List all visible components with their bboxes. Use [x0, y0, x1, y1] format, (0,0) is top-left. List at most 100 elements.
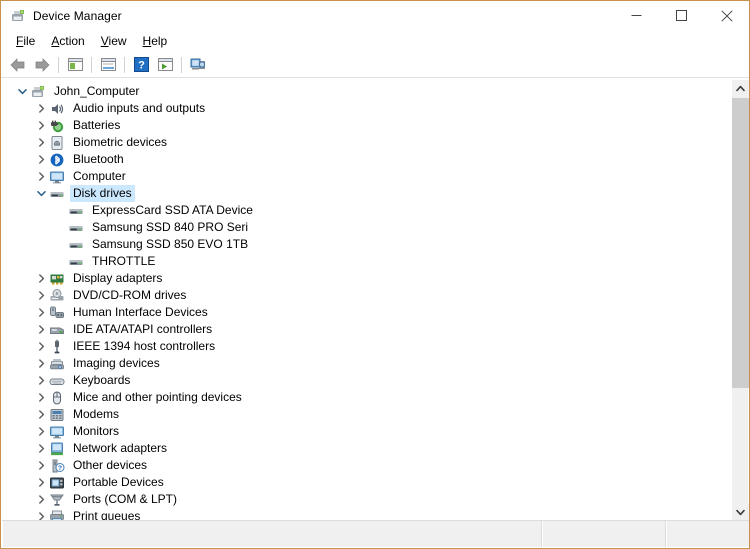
- device-manager-icon: [10, 8, 26, 24]
- tree-item-label: IDE ATA/ATAPI controllers: [73, 322, 213, 336]
- tree-item-modems[interactable]: Modems: [2, 406, 726, 423]
- tree-item-expresscard-ssd-ata-device[interactable]: ExpressCard SSD ATA Device: [2, 202, 726, 219]
- menu-file[interactable]: File: [8, 33, 43, 49]
- chevron-right-icon[interactable]: [33, 475, 49, 491]
- chevron-down-icon[interactable]: [14, 84, 30, 100]
- tree-item-label: John_Computer: [54, 84, 140, 98]
- chevron-right-icon[interactable]: [33, 322, 49, 338]
- unknown-device-icon: ?: [49, 458, 65, 474]
- tree-item-computer[interactable]: Computer: [2, 168, 726, 185]
- minimize-button[interactable]: [614, 1, 659, 30]
- chevron-right-icon[interactable]: [33, 492, 49, 508]
- chevron-right-icon[interactable]: [33, 169, 49, 185]
- tree-item-keyboards[interactable]: Keyboards: [2, 372, 726, 389]
- svg-text:?: ?: [138, 60, 145, 72]
- vertical-scrollbar[interactable]: [731, 80, 749, 521]
- ide-controller-icon: [49, 322, 65, 338]
- maximize-button[interactable]: [659, 1, 704, 30]
- tree-item-monitors[interactable]: Monitors: [2, 423, 726, 440]
- tree-item-label: Human Interface Devices: [73, 305, 208, 319]
- chevron-right-icon[interactable]: [33, 441, 49, 457]
- chevron-right-icon[interactable]: [33, 458, 49, 474]
- tree-item-network-adapters[interactable]: Network adapters: [2, 440, 726, 457]
- tree-item-samsung-ssd-840-pro-seri[interactable]: Samsung SSD 840 PRO Seri: [2, 219, 726, 236]
- separator-4: [181, 56, 182, 73]
- chevron-down-icon[interactable]: [33, 186, 49, 202]
- tree-item-label: Computer: [73, 169, 126, 183]
- scrollbar-thumb[interactable]: [732, 98, 749, 388]
- device-tree-pane[interactable]: John_Computer Audio inputs and outputs Bat…: [2, 79, 749, 521]
- tree-item-label: THROTTLE: [92, 254, 156, 268]
- close-button[interactable]: [704, 1, 749, 30]
- update-driver-button[interactable]: [153, 54, 177, 76]
- back-button[interactable]: [6, 54, 30, 76]
- tree-item-dvd-cd-rom-drives[interactable]: DVD/CD-ROM drives: [2, 287, 726, 304]
- portable-device-icon: [49, 475, 65, 491]
- scan-for-hardware-changes-button[interactable]: [186, 54, 210, 76]
- tree-item-audio-inputs-and-outputs[interactable]: Audio inputs and outputs: [2, 100, 726, 117]
- disk-drive-icon: [68, 237, 84, 253]
- fingerprint-icon: [49, 135, 65, 151]
- chevron-right-icon[interactable]: [33, 152, 49, 168]
- tree-item-display-adapters[interactable]: Display adapters: [2, 270, 726, 287]
- chevron-right-icon[interactable]: [33, 407, 49, 423]
- tree-item-root[interactable]: John_Computer: [2, 83, 726, 100]
- separator-3: [124, 56, 125, 73]
- chevron-right-icon[interactable]: [33, 373, 49, 389]
- show-hide-console-tree-button[interactable]: [63, 54, 87, 76]
- chevron-right-icon[interactable]: [33, 288, 49, 304]
- status-bar: [2, 520, 749, 547]
- forward-button[interactable]: [30, 54, 54, 76]
- tree-item-samsung-ssd-850-evo-1tb[interactable]: Samsung SSD 850 EVO 1TB: [2, 236, 726, 253]
- menu-action[interactable]: Action: [43, 33, 92, 49]
- tree-item-biometric-devices[interactable]: Biometric devices: [2, 134, 726, 151]
- tree-item-label: Modems: [73, 407, 120, 421]
- tree-item-imaging-devices[interactable]: Imaging devices: [2, 355, 726, 372]
- tree-item-ports-com-lpt[interactable]: Ports (COM & LPT): [2, 491, 726, 508]
- tree-item-batteries[interactable]: Batteries: [2, 117, 726, 134]
- separator-1: [58, 56, 59, 73]
- properties-button[interactable]: [96, 54, 120, 76]
- tree-item-label: Display adapters: [73, 271, 163, 285]
- tree-item-mice-and-other-pointing-devices[interactable]: Mice and other pointing devices: [2, 389, 726, 406]
- tree-item-ide-ata-atapi-controllers[interactable]: IDE ATA/ATAPI controllers: [2, 321, 726, 338]
- tree-item-label: Ports (COM & LPT): [73, 492, 178, 506]
- tree-item-label: Bluetooth: [73, 152, 124, 166]
- tree-item-throttle[interactable]: THROTTLE: [2, 253, 726, 270]
- chevron-right-icon[interactable]: [33, 390, 49, 406]
- chevron-right-icon[interactable]: [33, 305, 49, 321]
- menu-view[interactable]: View: [93, 33, 135, 49]
- disk-drive-icon: [68, 203, 84, 219]
- chevron-right-icon[interactable]: [33, 424, 49, 440]
- menu-bar: File Action View Help: [1, 30, 749, 52]
- separator-2: [91, 56, 92, 73]
- scroll-up-arrow-icon[interactable]: [732, 80, 749, 97]
- chevron-right-icon[interactable]: [33, 118, 49, 134]
- speaker-icon: [49, 101, 65, 117]
- tree-item-label: Imaging devices: [73, 356, 160, 370]
- tree-item-disk-drives[interactable]: Disk drives: [2, 185, 726, 202]
- tree-item-portable-devices[interactable]: Portable Devices: [2, 474, 726, 491]
- tree-item-ieee-1394-host-controllers[interactable]: IEEE 1394 host controllers: [2, 338, 726, 355]
- tree-item-bluetooth[interactable]: Bluetooth: [2, 151, 726, 168]
- chevron-right-icon[interactable]: [33, 356, 49, 372]
- tree-item-other-devices[interactable]: ? Other devices: [2, 457, 726, 474]
- chevron-right-icon[interactable]: [33, 101, 49, 117]
- keyboard-icon: [49, 373, 65, 389]
- chevron-right-icon[interactable]: [33, 339, 49, 355]
- title-bar[interactable]: Device Manager: [1, 1, 749, 30]
- menu-help[interactable]: Help: [135, 33, 176, 49]
- optical-drive-icon: [49, 288, 65, 304]
- twisty-placeholder: [52, 237, 68, 253]
- chevron-right-icon[interactable]: [33, 135, 49, 151]
- monitor-icon: [49, 424, 65, 440]
- modem-icon: [49, 407, 65, 423]
- network-adapter-icon: [49, 441, 65, 457]
- disk-drive-icon: [49, 186, 65, 202]
- help-button[interactable]: ?: [129, 54, 153, 76]
- status-pane-second: [542, 521, 666, 547]
- scroll-down-arrow-icon[interactable]: [732, 504, 749, 521]
- chevron-right-icon[interactable]: [33, 271, 49, 287]
- tree-item-human-interface-devices[interactable]: Human Interface Devices: [2, 304, 726, 321]
- twisty-placeholder: [52, 203, 68, 219]
